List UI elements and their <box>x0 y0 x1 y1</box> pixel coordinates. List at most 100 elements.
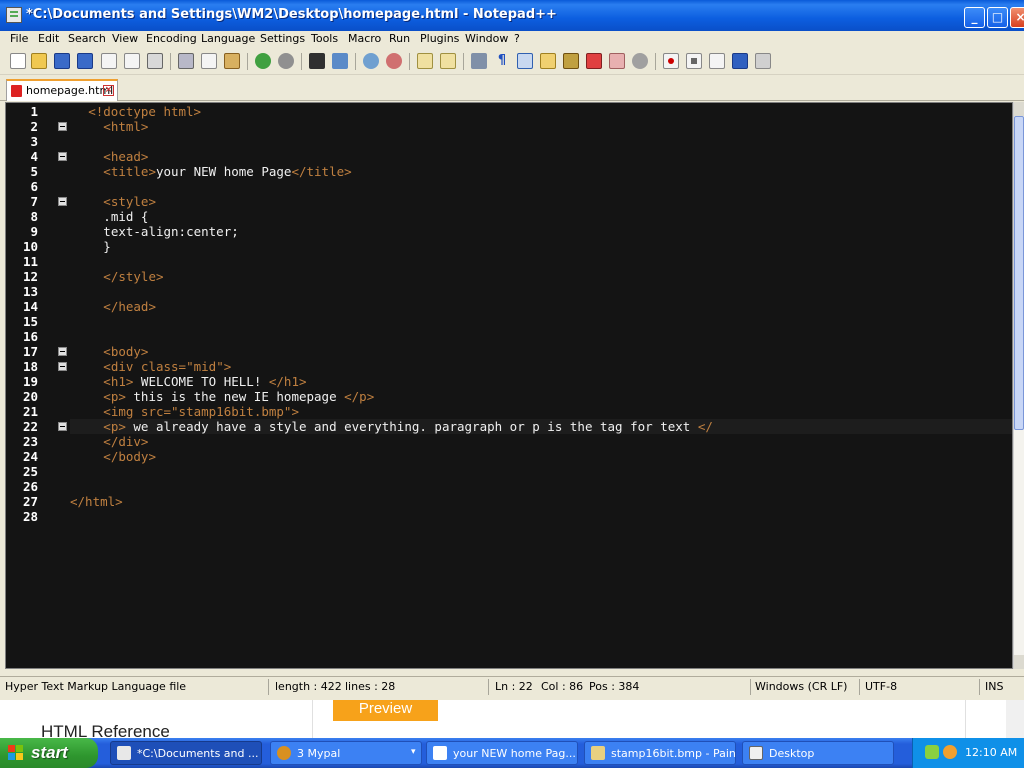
cut-icon[interactable] <box>178 53 194 69</box>
code-area[interactable]: <!doctype html> <html> <head> <title>your N… <box>70 103 1012 668</box>
code-line[interactable]: <img src="stamp16bit.bmp"> <box>70 404 1012 419</box>
code-line[interactable]: </style> <box>70 269 1012 284</box>
sync-h-icon[interactable] <box>440 53 456 69</box>
close-window-button[interactable]: × <box>1010 7 1024 28</box>
folder-workspace-icon[interactable] <box>609 53 625 69</box>
task-browser-preview[interactable]: your NEW home Pag... <box>426 741 578 765</box>
code-line[interactable]: </head> <box>70 299 1012 314</box>
menu-edit[interactable]: Edit <box>38 32 59 45</box>
find-icon[interactable] <box>309 53 325 69</box>
code-line[interactable]: <title>your NEW home Page</title> <box>70 164 1012 179</box>
menu-run[interactable]: Run <box>389 32 410 45</box>
new-file-icon[interactable] <box>10 53 26 69</box>
title-bar[interactable]: *C:\Documents and Settings\WM2\Desktop\h… <box>0 0 1024 31</box>
code-line[interactable]: <p> this is the new IE homepage </p> <box>70 389 1012 404</box>
menu-view[interactable]: View <box>112 32 138 45</box>
code-line[interactable]: <!doctype html> <box>70 104 1012 119</box>
code-line[interactable]: <h1> WELCOME TO HELL! </h1> <box>70 374 1012 389</box>
notepadpp-app-icon[interactable] <box>6 7 22 23</box>
fold-margin[interactable] <box>54 103 70 668</box>
save-all-icon[interactable] <box>77 53 93 69</box>
tab-homepage-html[interactable]: homepage.html × <box>6 79 118 101</box>
redo-icon[interactable] <box>278 53 294 69</box>
indent-guide-icon[interactable] <box>517 53 533 69</box>
menu-file[interactable]: File <box>10 32 28 45</box>
code-line[interactable] <box>70 329 1012 344</box>
paste-icon[interactable] <box>224 53 240 69</box>
menu-search[interactable]: Search <box>68 32 106 45</box>
menu-encoding[interactable]: Encoding <box>146 32 197 45</box>
copy-icon[interactable] <box>201 53 217 69</box>
minimize-button[interactable]: _ <box>964 7 985 28</box>
status-eol[interactable]: Windows (CR LF) <box>755 680 847 693</box>
play-macro-icon[interactable] <box>709 53 725 69</box>
task-desktop[interactable]: Desktop <box>742 741 894 765</box>
show-all-chars-icon[interactable]: ¶ <box>494 53 510 69</box>
search-icon[interactable] <box>943 745 957 759</box>
code-line[interactable] <box>70 464 1012 479</box>
code-line[interactable]: text-align:center; <box>70 224 1012 239</box>
maximize-button[interactable]: □ <box>987 7 1008 28</box>
replace-icon[interactable] <box>332 53 348 69</box>
code-line[interactable]: <body> <box>70 344 1012 359</box>
code-line[interactable] <box>70 254 1012 269</box>
fold-toggle-icon[interactable] <box>58 152 67 161</box>
menu-window[interactable]: Window <box>465 32 508 45</box>
code-line[interactable]: <div class="mid"> <box>70 359 1012 374</box>
save-macro-icon[interactable] <box>755 53 771 69</box>
sync-v-icon[interactable] <box>417 53 433 69</box>
udl-icon[interactable] <box>540 53 556 69</box>
task-mypal[interactable]: 3 Mypal ▾ <box>270 741 422 765</box>
code-line[interactable]: <head> <box>70 149 1012 164</box>
stop-macro-icon[interactable] <box>686 53 702 69</box>
code-line[interactable]: </html> <box>70 494 1012 509</box>
vertical-scrollbar[interactable] <box>1013 102 1024 669</box>
scroll-thumb[interactable] <box>1014 116 1024 430</box>
code-line[interactable] <box>70 284 1012 299</box>
menu-language[interactable]: Language <box>201 32 255 45</box>
undo-icon[interactable] <box>255 53 271 69</box>
menu-help[interactable]: ? <box>514 32 520 45</box>
function-list-icon[interactable] <box>586 53 602 69</box>
zoom-in-icon[interactable] <box>363 53 379 69</box>
code-line[interactable]: <p> we already have a style and everythi… <box>70 419 1012 434</box>
fold-toggle-icon[interactable] <box>58 347 67 356</box>
code-line[interactable]: </div> <box>70 434 1012 449</box>
word-wrap-icon[interactable] <box>471 53 487 69</box>
code-line[interactable] <box>70 479 1012 494</box>
run-macro-multiple-icon[interactable] <box>732 53 748 69</box>
close-all-icon[interactable] <box>124 53 140 69</box>
code-line[interactable] <box>70 314 1012 329</box>
task-notepadpp[interactable]: *C:\Documents and ... <box>110 741 262 765</box>
fold-toggle-icon[interactable] <box>58 197 67 206</box>
menu-settings[interactable]: Settings <box>260 32 305 45</box>
scroll-down-arrow-icon[interactable] <box>1014 655 1024 669</box>
code-line[interactable]: } <box>70 239 1012 254</box>
code-line[interactable]: </body> <box>70 449 1012 464</box>
fold-toggle-icon[interactable] <box>58 422 67 431</box>
print-icon[interactable] <box>147 53 163 69</box>
tab-close-icon[interactable]: × <box>103 85 114 96</box>
zoom-out-icon[interactable] <box>386 53 402 69</box>
task-paint[interactable]: stamp16bit.bmp - Paint <box>584 741 736 765</box>
close-icon[interactable] <box>101 53 117 69</box>
code-editor[interactable]: 1 2 3 4 5 6 7 8 9 10 11 12 13 14 15 16 17 18 19 20 21 22 23 24 2… <box>5 102 1013 669</box>
status-insert-mode[interactable]: INS <box>985 680 1003 693</box>
scroll-up-arrow-icon[interactable] <box>1014 102 1024 116</box>
open-file-icon[interactable] <box>31 53 47 69</box>
status-encoding[interactable]: UTF-8 <box>865 680 897 693</box>
doc-map-icon[interactable] <box>563 53 579 69</box>
start-button[interactable]: start <box>0 738 98 768</box>
monitor-icon[interactable] <box>632 53 648 69</box>
code-line[interactable] <box>70 179 1012 194</box>
network-icon[interactable] <box>925 745 939 759</box>
fold-toggle-icon[interactable] <box>58 122 67 131</box>
code-line[interactable] <box>70 509 1012 524</box>
preview-button[interactable]: Preview <box>333 700 438 721</box>
code-line[interactable] <box>70 134 1012 149</box>
fold-toggle-icon[interactable] <box>58 362 67 371</box>
menu-macro[interactable]: Macro <box>348 32 381 45</box>
menu-tools[interactable]: Tools <box>311 32 338 45</box>
code-line[interactable]: <style> <box>70 194 1012 209</box>
menu-plugins[interactable]: Plugins <box>420 32 459 45</box>
